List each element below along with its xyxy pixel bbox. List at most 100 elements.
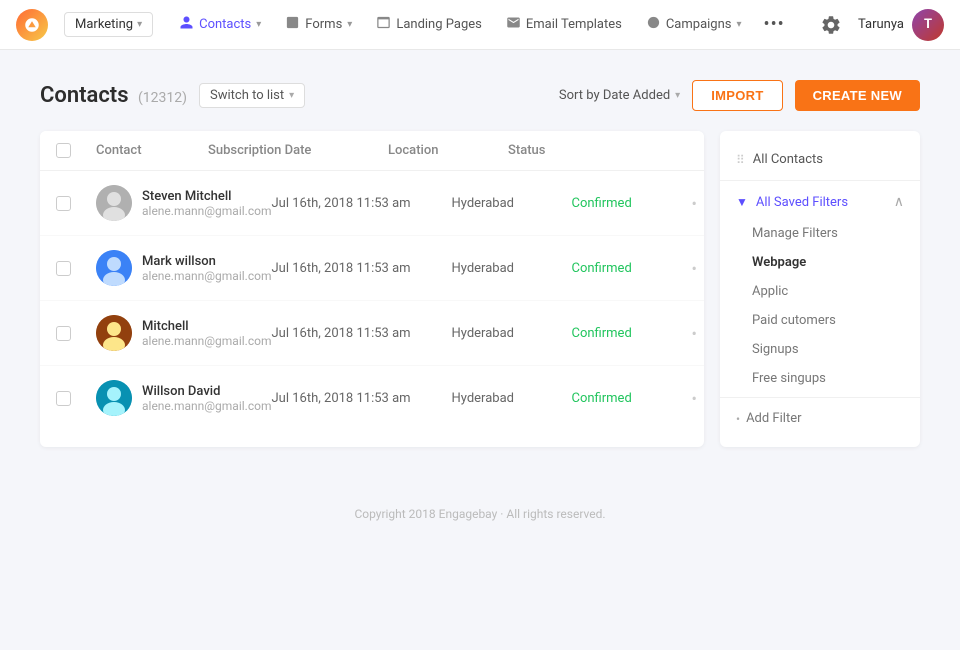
location-1: Hyderabad bbox=[451, 196, 571, 211]
page-header: Contacts (12312) Switch to list ▾ Sort b… bbox=[40, 80, 920, 111]
nav-item-campaigns[interactable]: Campaigns ▾ bbox=[636, 9, 752, 40]
avatar-2 bbox=[96, 250, 132, 286]
campaigns-chevron: ▾ bbox=[737, 19, 742, 30]
marketing-chevron: ▾ bbox=[137, 19, 142, 30]
drag-icon: ⠿ bbox=[736, 153, 745, 167]
main-content: Contacts (12312) Switch to list ▾ Sort b… bbox=[0, 50, 960, 467]
nav-right: Tarunya T bbox=[816, 9, 944, 41]
subscription-date-2: Jul 16th, 2018 11:53 am bbox=[271, 261, 451, 276]
nav-items: Contacts ▾ Forms ▾ Landing Pages Email T… bbox=[169, 8, 808, 41]
sidebar-item-all-contacts[interactable]: ⠿ All Contacts bbox=[720, 143, 920, 176]
sidebar-divider-2 bbox=[720, 397, 920, 398]
page-actions: Sort by Date Added ▾ IMPORT CREATE NEW bbox=[559, 80, 920, 111]
col-status: Status bbox=[508, 143, 628, 158]
nav-item-email-templates[interactable]: Email Templates bbox=[496, 9, 632, 40]
footer-text: Copyright 2018 Engagebay · All rights re… bbox=[354, 507, 605, 521]
sort-dropdown[interactable]: Sort by Date Added ▾ bbox=[559, 88, 680, 103]
contacts-icon bbox=[179, 15, 194, 34]
nav-item-landing-pages[interactable]: Landing Pages bbox=[366, 9, 492, 40]
contact-cell-2: Mark willson alene.mann@gmail.com bbox=[96, 250, 271, 286]
page-title-section: Contacts (12312) Switch to list ▾ bbox=[40, 83, 305, 108]
subscription-date-1: Jul 16th, 2018 11:53 am bbox=[271, 196, 451, 211]
avatar-4 bbox=[96, 380, 132, 416]
more-options-2[interactable]: • • • bbox=[691, 259, 704, 278]
contact-info-1: Steven Mitchell alene.mann@gmail.com bbox=[142, 189, 271, 218]
row-checkbox-1[interactable] bbox=[56, 196, 96, 211]
marketing-dropdown[interactable]: Marketing ▾ bbox=[64, 12, 153, 37]
email-templates-label: Email Templates bbox=[526, 17, 622, 32]
table-row: Mark willson alene.mann@gmail.com Jul 16… bbox=[40, 236, 704, 301]
forms-icon bbox=[285, 15, 300, 34]
table-row: Willson David alene.mann@gmail.com Jul 1… bbox=[40, 366, 704, 430]
contact-info-2: Mark willson alene.mann@gmail.com bbox=[142, 254, 271, 283]
contacts-table-card: Contact Subscription Date Location Statu… bbox=[40, 131, 704, 447]
app-logo[interactable] bbox=[16, 9, 48, 41]
more-options-4[interactable]: • • • bbox=[691, 389, 704, 408]
settings-button[interactable] bbox=[816, 10, 846, 40]
contact-info-4: Willson David alene.mann@gmail.com bbox=[142, 384, 271, 413]
all-saved-filters-label: All Saved Filters bbox=[756, 195, 848, 210]
status-2: Confirmed bbox=[571, 261, 691, 276]
create-new-button[interactable]: CREATE NEW bbox=[795, 80, 920, 111]
location-2: Hyderabad bbox=[451, 261, 571, 276]
sidebar-item-webpage[interactable]: Webpage bbox=[720, 248, 920, 277]
sidebar-item-signups[interactable]: Signups bbox=[720, 335, 920, 364]
contact-cell-3: Mitchell alene.mann@gmail.com bbox=[96, 315, 271, 351]
sidebar-item-manage-filters[interactable]: Manage Filters bbox=[720, 219, 920, 248]
sort-label: Sort by Date Added bbox=[559, 88, 670, 103]
contact-info-3: Mitchell alene.mann@gmail.com bbox=[142, 319, 271, 348]
user-avatar: T bbox=[912, 9, 944, 41]
forms-chevron: ▾ bbox=[347, 19, 352, 30]
subscription-date-3: Jul 16th, 2018 11:53 am bbox=[271, 326, 451, 341]
import-button[interactable]: IMPORT bbox=[692, 80, 782, 111]
location-4: Hyderabad bbox=[451, 391, 571, 406]
more-options[interactable]: ••• bbox=[756, 8, 793, 41]
contact-cell-1: Steven Mitchell alene.mann@gmail.com bbox=[96, 185, 271, 221]
page-title: Contacts (12312) bbox=[40, 83, 187, 108]
marketing-label: Marketing bbox=[75, 17, 133, 32]
sidebar-item-free-singups[interactable]: Free singups bbox=[720, 364, 920, 393]
footer: Copyright 2018 Engagebay · All rights re… bbox=[0, 487, 960, 541]
row-checkbox-2[interactable] bbox=[56, 261, 96, 276]
user-section[interactable]: Tarunya T bbox=[858, 9, 944, 41]
switch-list-button[interactable]: Switch to list ▾ bbox=[199, 83, 305, 108]
avatar-1 bbox=[96, 185, 132, 221]
switch-list-label: Switch to list bbox=[210, 88, 284, 103]
col-contact: Contact bbox=[96, 143, 208, 158]
table-row: Steven Mitchell alene.mann@gmail.com Jul… bbox=[40, 171, 704, 236]
nav-item-forms[interactable]: Forms ▾ bbox=[275, 9, 362, 40]
add-filter-button[interactable]: • Add Filter bbox=[720, 402, 920, 435]
col-location: Location bbox=[388, 143, 508, 158]
table-header: Contact Subscription Date Location Statu… bbox=[40, 131, 704, 171]
status-3: Confirmed bbox=[571, 326, 691, 341]
sidebar-item-applic[interactable]: Applic bbox=[720, 277, 920, 306]
sidebar-all-saved-filters[interactable]: ▼ All Saved Filters ∧ bbox=[720, 185, 920, 219]
row-checkbox-3[interactable] bbox=[56, 326, 96, 341]
contacts-chevron: ▾ bbox=[256, 19, 261, 30]
switch-list-chevron: ▾ bbox=[289, 90, 294, 101]
subscription-date-4: Jul 16th, 2018 11:53 am bbox=[271, 391, 451, 406]
row-checkbox-4[interactable] bbox=[56, 391, 96, 406]
col-checkbox bbox=[56, 143, 96, 158]
nav-item-contacts[interactable]: Contacts ▾ bbox=[169, 9, 271, 40]
col-actions bbox=[628, 143, 688, 158]
more-options-3[interactable]: • • • bbox=[691, 324, 704, 343]
status-1: Confirmed bbox=[571, 196, 691, 211]
email-templates-icon bbox=[506, 15, 521, 34]
contacts-sidebar: ⠿ All Contacts ▼ All Saved Filters ∧ Man… bbox=[720, 131, 920, 447]
sidebar-divider bbox=[720, 180, 920, 181]
navbar: Marketing ▾ Contacts ▾ Forms ▾ Landing P… bbox=[0, 0, 960, 50]
add-filter-label: Add Filter bbox=[746, 411, 801, 426]
select-all-checkbox[interactable] bbox=[56, 143, 71, 158]
more-options-1[interactable]: • • • bbox=[691, 194, 704, 213]
add-filter-dot: • bbox=[736, 412, 740, 426]
col-subscription-date: Subscription Date bbox=[208, 143, 388, 158]
landing-pages-label: Landing Pages bbox=[396, 17, 482, 32]
sort-chevron: ▾ bbox=[675, 90, 680, 101]
table-container: Contact Subscription Date Location Statu… bbox=[40, 131, 920, 447]
status-4: Confirmed bbox=[571, 391, 691, 406]
sidebar-item-paid-customers[interactable]: Paid cutomers bbox=[720, 306, 920, 335]
contacts-label: Contacts bbox=[199, 17, 251, 32]
all-contacts-label: All Contacts bbox=[753, 152, 823, 167]
forms-label: Forms bbox=[305, 17, 342, 32]
